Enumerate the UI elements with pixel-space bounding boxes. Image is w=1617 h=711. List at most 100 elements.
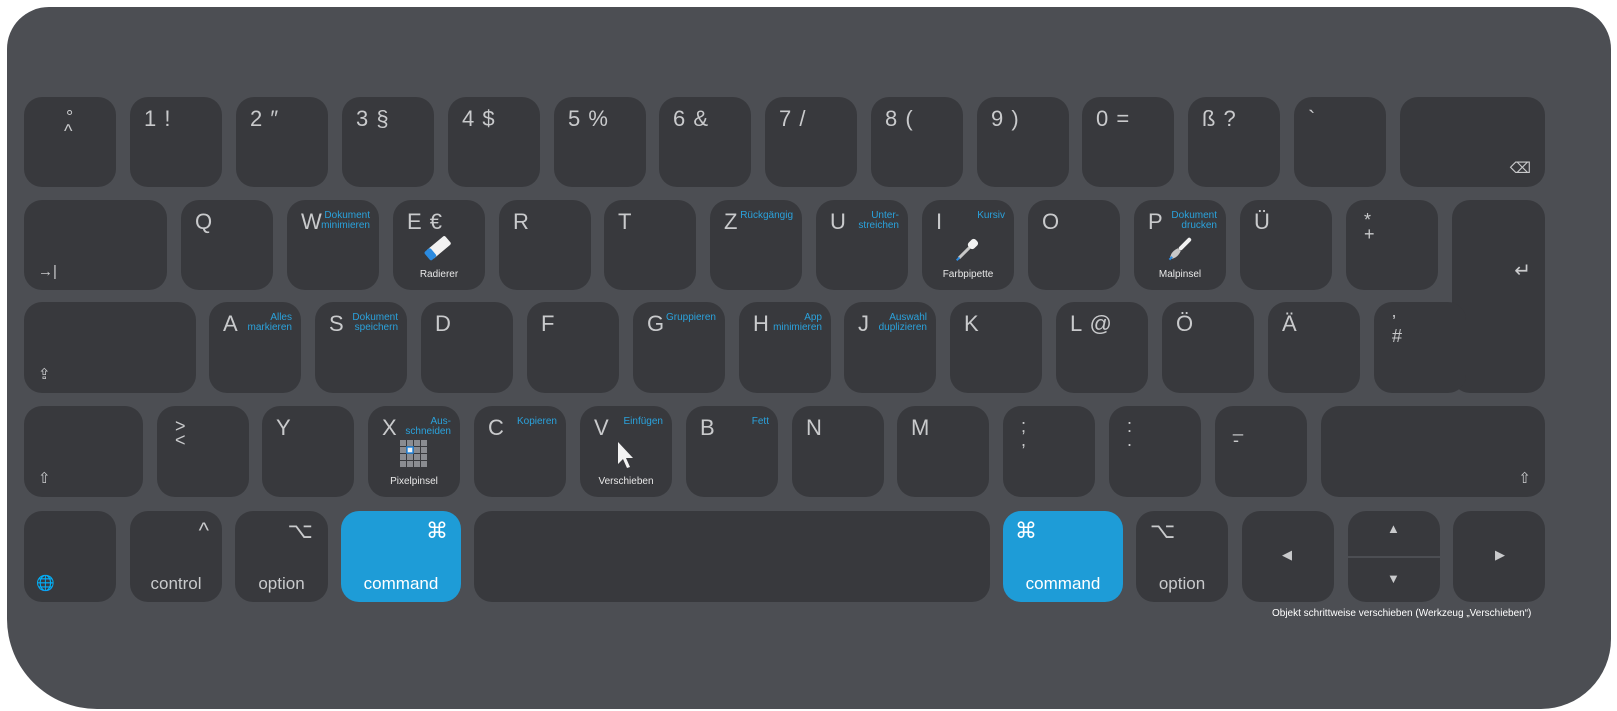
control-key[interactable]: ^ control (130, 511, 222, 602)
command-label: command (1025, 574, 1101, 593)
shortcut-label: Dokument drucken (1171, 210, 1217, 231)
shift-icon: ⇧ (38, 470, 51, 487)
shortcut-label: Einfügen (623, 416, 663, 427)
key-label: P (1148, 209, 1164, 234)
key-h[interactable]: H App minimieren (739, 302, 831, 393)
key-p[interactable]: P Dokument drucken Malpinsel (1134, 200, 1226, 290)
key-o[interactable]: O (1028, 200, 1120, 290)
key-label: 6 & (673, 106, 710, 131)
key-l[interactable]: L @ (1056, 302, 1148, 393)
shift-right-key[interactable]: ⇧ (1321, 406, 1545, 497)
key-plus[interactable]: * + (1346, 200, 1438, 290)
key-x[interactable]: X Aus- schneiden Pixelpinsel (368, 406, 460, 497)
shortcut-label: Gruppieren (665, 312, 716, 323)
key-1[interactable]: 1 ! (130, 97, 222, 187)
key-s[interactable]: S Dokument speichern (315, 302, 407, 393)
key-t[interactable]: T (604, 200, 696, 290)
globe-key[interactable]: 🌐 (24, 511, 116, 602)
arrow-left-key[interactable]: ◀ (1242, 511, 1334, 602)
arrow-right-key[interactable]: ▶ (1453, 511, 1545, 602)
key-label: 8 ( (885, 106, 914, 131)
option-symbol-icon: ⌥ (287, 518, 314, 543)
key-label: J (858, 311, 870, 336)
key-ue[interactable]: Ü (1240, 200, 1332, 290)
arrow-down-icon: ▼ (1387, 571, 1400, 586)
key-n[interactable]: N (792, 406, 884, 497)
key-label: Y (276, 415, 292, 440)
key-b[interactable]: B Fett (686, 406, 778, 497)
key-4[interactable]: 4 $ (448, 97, 540, 187)
option-left-key[interactable]: ⌥ option (235, 511, 328, 602)
option-label: option (258, 574, 305, 593)
key-q[interactable]: Q (181, 200, 273, 290)
key-m[interactable]: M (897, 406, 989, 497)
key-label: 0 = (1096, 106, 1131, 131)
key-label: C (488, 415, 505, 440)
key-c[interactable]: C Kopieren (474, 406, 566, 497)
key-9[interactable]: 9 ) (977, 97, 1069, 187)
shift-left-key[interactable]: ⇧ (24, 406, 143, 497)
key-u[interactable]: U Unter- streichen (816, 200, 908, 290)
command-symbol-icon: ⌘ (426, 518, 449, 543)
key-3[interactable]: 3 § (342, 97, 434, 187)
key-label: Ä (1282, 311, 1298, 336)
key-0[interactable]: 0 = (1082, 97, 1174, 187)
shortcut-label: Alles markieren (247, 312, 292, 333)
space-key[interactable] (474, 511, 990, 602)
option-right-key[interactable]: ⌥ option (1136, 511, 1228, 602)
key-semi[interactable]: ;, (1003, 406, 1095, 497)
key-v[interactable]: V Einfügen Verschieben (580, 406, 672, 497)
pixel-brush-icon (368, 440, 460, 473)
key-label: 7 / (779, 106, 807, 131)
key-bottom-label: ^ (64, 121, 74, 141)
key-y[interactable]: Y (262, 406, 354, 497)
option-symbol-icon: ⌥ (1150, 518, 1177, 543)
tool-label: Radierer (419, 269, 459, 280)
key-g[interactable]: G Gruppieren (633, 302, 725, 393)
key-i[interactable]: I Kursiv Farbpipette (922, 200, 1014, 290)
tab-icon: →| (38, 263, 57, 280)
caps-lock-icon: ⇪ (38, 366, 51, 383)
key-label: E € (407, 209, 444, 234)
keyboard: ° ^ 1 ! 2 ″ 3 § 4 $ 5 % 6 & 7 / 8 ( 9 ) 0 = ß ? ` ⌫ →| Q… (7, 7, 1611, 709)
key-8[interactable]: 8 ( (871, 97, 963, 187)
arrow-divider (1348, 556, 1440, 558)
key-a[interactable]: A Alles markieren (209, 302, 301, 393)
key-5[interactable]: 5 % (554, 97, 646, 187)
key-f[interactable]: F (527, 302, 619, 393)
tool-label: Farbpipette (942, 269, 994, 280)
tab-key[interactable]: →| (24, 200, 167, 290)
key-7[interactable]: 7 / (765, 97, 857, 187)
backspace-key[interactable]: ⌫ (1400, 97, 1545, 187)
key-label: D (435, 311, 452, 336)
key-label: K (964, 311, 980, 336)
key-ae[interactable]: Ä (1268, 302, 1360, 393)
key-sz[interactable]: ß ? (1188, 97, 1280, 187)
key-k[interactable]: K (950, 302, 1042, 393)
key-angle[interactable]: > < (157, 406, 249, 497)
key-circumflex[interactable]: ° ^ (24, 97, 116, 187)
key-label: F (541, 311, 556, 336)
key-label: L @ (1070, 311, 1113, 336)
key-acute[interactable]: ` (1294, 97, 1386, 187)
paintbrush-icon (1134, 234, 1226, 269)
key-under[interactable]: _ - (1215, 406, 1307, 497)
key-j[interactable]: J Auswahl duplizieren (844, 302, 936, 393)
key-hash[interactable]: ’ # (1374, 302, 1466, 393)
key-label: V (594, 415, 610, 440)
key-2[interactable]: 2 ″ (236, 97, 328, 187)
arrow-up-down-key[interactable]: ▲ ▼ (1348, 511, 1440, 602)
key-label: T (618, 209, 633, 234)
shortcut-label: Auswahl duplizieren (878, 312, 927, 333)
command-right-key[interactable]: ⌘ command (1003, 511, 1123, 602)
command-left-key[interactable]: ⌘ command (341, 511, 461, 602)
key-r[interactable]: R (499, 200, 591, 290)
key-colon[interactable]: :. (1109, 406, 1201, 497)
key-e[interactable]: E € Radierer (393, 200, 485, 290)
key-d[interactable]: D (421, 302, 513, 393)
caps-lock-key[interactable]: ⇪ (24, 302, 196, 393)
key-oe[interactable]: Ö (1162, 302, 1254, 393)
key-6[interactable]: 6 & (659, 97, 751, 187)
key-z[interactable]: Z Rückgängig (710, 200, 802, 290)
key-w[interactable]: W Dokument minimieren (287, 200, 379, 290)
